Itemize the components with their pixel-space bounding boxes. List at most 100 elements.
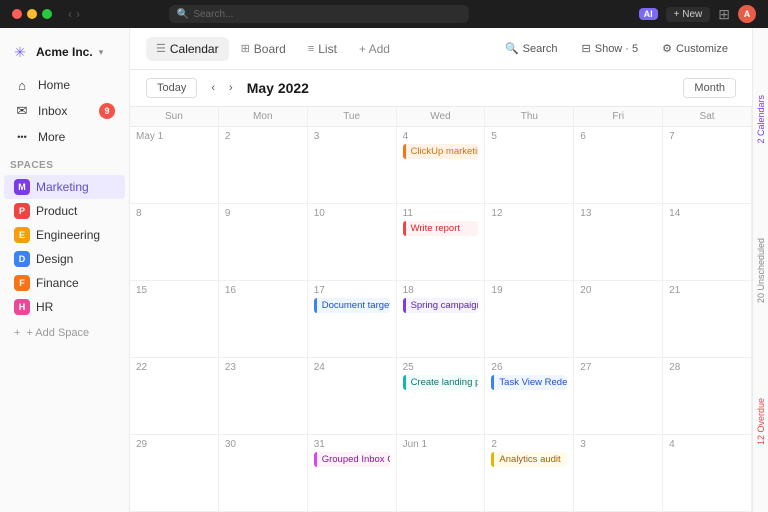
cal-cell[interactable]: 9 [219, 204, 308, 280]
cal-cell[interactable]: 24 [308, 358, 397, 434]
cal-cell[interactable]: 31Grouped Inbox Comments [308, 435, 397, 511]
cal-cell[interactable]: 19 [485, 281, 574, 357]
design-label: Design [36, 252, 73, 266]
logo: ✳ [10, 42, 30, 62]
avatar[interactable]: A [738, 5, 756, 23]
product-icon: P [14, 203, 30, 219]
sidebar-item-marketing[interactable]: M Marketing [4, 175, 125, 199]
sidebar-item-more[interactable]: ••• More [4, 124, 125, 150]
tab-list[interactable]: ≡ List [298, 37, 347, 61]
cal-cell[interactable]: 7 [663, 127, 752, 203]
calendar-event[interactable]: Spring campaign image assets [403, 298, 479, 313]
cal-cell[interactable]: 3 [308, 127, 397, 203]
forward-icon[interactable]: › [76, 7, 80, 21]
sidebar-item-home[interactable]: ⌂ Home [4, 72, 125, 98]
customize-button[interactable]: ⚙ Customize [654, 38, 736, 59]
sidebar-item-product[interactable]: P Product [4, 199, 125, 223]
cal-date-number: 30 [225, 439, 301, 450]
cal-cell[interactable]: 15 [130, 281, 219, 357]
cal-cell[interactable]: 13 [574, 204, 663, 280]
cal-date-number: 22 [136, 362, 212, 373]
cal-cell[interactable]: 21 [663, 281, 752, 357]
cal-cell[interactable]: 30 [219, 435, 308, 511]
tab-board[interactable]: ⊞ Board [231, 37, 296, 61]
month-view-button[interactable]: Month [683, 78, 736, 98]
sidebar-item-design[interactable]: D Design [4, 247, 125, 271]
cal-date-number: 16 [225, 285, 301, 296]
sidebar-item-engineering[interactable]: E Engineering [4, 223, 125, 247]
cal-cell[interactable]: 3 [574, 435, 663, 511]
cal-cell[interactable]: 26Task View Redesign [485, 358, 574, 434]
calendar-event[interactable]: Analytics audit [491, 452, 567, 467]
cal-cell[interactable]: 2 [219, 127, 308, 203]
cal-cell[interactable]: 17 Document target users [308, 281, 397, 357]
cal-cell[interactable]: 8 [130, 204, 219, 280]
minimize-dot[interactable] [27, 9, 37, 19]
cal-cell[interactable]: 22 [130, 358, 219, 434]
company-name: Acme Inc. [36, 45, 93, 59]
close-dot[interactable] [12, 9, 22, 19]
company-header[interactable]: ✳ Acme Inc. ▾ [0, 36, 129, 68]
cal-date-number: 17 [314, 285, 390, 296]
cal-cell[interactable]: 4ClickUp marketing plan [397, 127, 486, 203]
main-content: ☰ Calendar ⊞ Board ≡ List + Add 🔍 [130, 28, 752, 512]
cal-cell[interactable]: 29 [130, 435, 219, 511]
cal-cell[interactable]: 27 [574, 358, 663, 434]
search-button[interactable]: 🔍 Search [497, 38, 566, 59]
add-view-label: + Add [359, 42, 390, 56]
cal-cell[interactable]: 2Analytics audit [485, 435, 574, 511]
calendars-label[interactable]: 2 Calendars [756, 95, 766, 144]
new-button[interactable]: + New [666, 7, 711, 22]
calendar-event[interactable]: Create landing page [403, 375, 479, 390]
add-space-button[interactable]: + + Add Space [4, 323, 125, 343]
cal-cell[interactable]: 23 [219, 358, 308, 434]
show-label: Show · 5 [595, 43, 638, 55]
cal-cell[interactable]: 20 [574, 281, 663, 357]
calendar-event[interactable]: ClickUp marketing plan [403, 144, 479, 159]
app-body: ✳ Acme Inc. ▾ ⌂ Home ✉ Inbox 9 ••• More … [0, 28, 768, 512]
overdue-label[interactable]: 12 Overdue [756, 398, 766, 445]
hr-icon: H [14, 299, 30, 315]
sidebar-item-finance[interactable]: F Finance [4, 271, 125, 295]
cal-cell[interactable]: 5 [485, 127, 574, 203]
cal-cell[interactable]: 12 [485, 204, 574, 280]
sidebar-item-inbox[interactable]: ✉ Inbox 9 [4, 98, 125, 124]
back-icon[interactable]: ‹ [68, 7, 72, 21]
maximize-dot[interactable] [42, 9, 52, 19]
tab-calendar[interactable]: ☰ Calendar [146, 37, 229, 61]
cal-cell[interactable]: 14 [663, 204, 752, 280]
calendar-event[interactable]: Write report [403, 221, 479, 236]
cal-cell[interactable]: May 1 [130, 127, 219, 203]
show-button[interactable]: ⊟ Show · 5 [574, 38, 647, 59]
cal-date-number: 12 [491, 208, 567, 219]
grid-icon[interactable]: ⊞ [718, 6, 730, 23]
titlebar-search[interactable]: 🔍 Search... [169, 5, 469, 23]
calendar-event[interactable]: Grouped Inbox Comments [314, 452, 390, 467]
cal-cell[interactable]: 18Spring campaign image assets [397, 281, 486, 357]
cal-cell[interactable]: 11Write report [397, 204, 486, 280]
sidebar-item-hr[interactable]: H HR [4, 295, 125, 319]
today-button[interactable]: Today [146, 78, 197, 98]
prev-month-button[interactable]: ‹ [205, 79, 221, 97]
calendar-event[interactable]: Document target users [314, 298, 390, 313]
cal-cell[interactable]: 4 [663, 435, 752, 511]
cal-date-number: 3 [314, 131, 390, 142]
next-month-button[interactable]: › [223, 79, 239, 97]
cal-cell[interactable]: 10 [308, 204, 397, 280]
cal-cell[interactable]: 25Create landing page [397, 358, 486, 434]
cal-cell[interactable]: 6 [574, 127, 663, 203]
calendar-nav: Today ‹ › May 2022 Month [130, 70, 752, 107]
calendar-nav-arrows: ‹ › [205, 79, 238, 97]
calendar-event[interactable]: Task View Redesign [491, 375, 567, 390]
calendar-week-3: 22 232425Create landing page26Task View R… [130, 358, 752, 435]
hr-label: HR [36, 300, 53, 314]
sidebar-item-more-label: More [38, 130, 65, 144]
cal-cell[interactable]: 28 [663, 358, 752, 434]
day-header-mon: Mon [219, 107, 308, 126]
cal-cell[interactable]: Jun 1 [397, 435, 486, 511]
cal-date-number: 14 [669, 208, 745, 219]
cal-cell[interactable]: 16 [219, 281, 308, 357]
cal-date-number: 28 [669, 362, 745, 373]
unscheduled-label[interactable]: 20 Unscheduled [756, 238, 766, 303]
add-view-button[interactable]: + Add [349, 37, 400, 61]
